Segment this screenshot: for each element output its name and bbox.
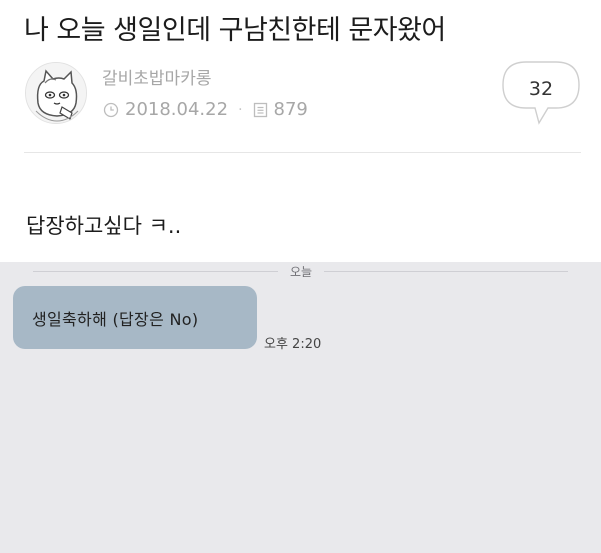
date-separator: 오늘 (289, 265, 313, 279)
message-time: 오후 2:20 (264, 337, 322, 352)
chat-screenshot: 오늘 생일축하해 (답장은 No) 오후 2:20 (0, 262, 601, 553)
post-date: 2018.04.22 (125, 99, 229, 120)
post-title: 나 오늘 생일인데 구남친한테 문자왔어 (24, 15, 446, 46)
author-avatar[interactable] (25, 62, 87, 124)
meta-separator: · (238, 101, 243, 118)
document-icon (253, 102, 267, 117)
author-name[interactable]: 갈비초밥마카롱 (102, 64, 211, 89)
message-text: 생일축하해 (답장은 No) (32, 309, 199, 329)
comment-button[interactable]: 32 (502, 61, 580, 125)
post-body-text: 답장하고싶다 ㅋ.. (26, 214, 182, 238)
divider (24, 152, 581, 153)
comment-count: 32 (528, 78, 554, 100)
post-meta: 2018.04.22 · 879 (103, 99, 308, 120)
clock-icon (103, 102, 119, 117)
cat-avatar-icon (26, 63, 86, 123)
view-count: 879 (273, 99, 308, 120)
date-separator-line-left (33, 271, 278, 272)
date-separator-line-right (324, 271, 568, 272)
message-bubble: 생일축하해 (답장은 No) (13, 286, 257, 349)
